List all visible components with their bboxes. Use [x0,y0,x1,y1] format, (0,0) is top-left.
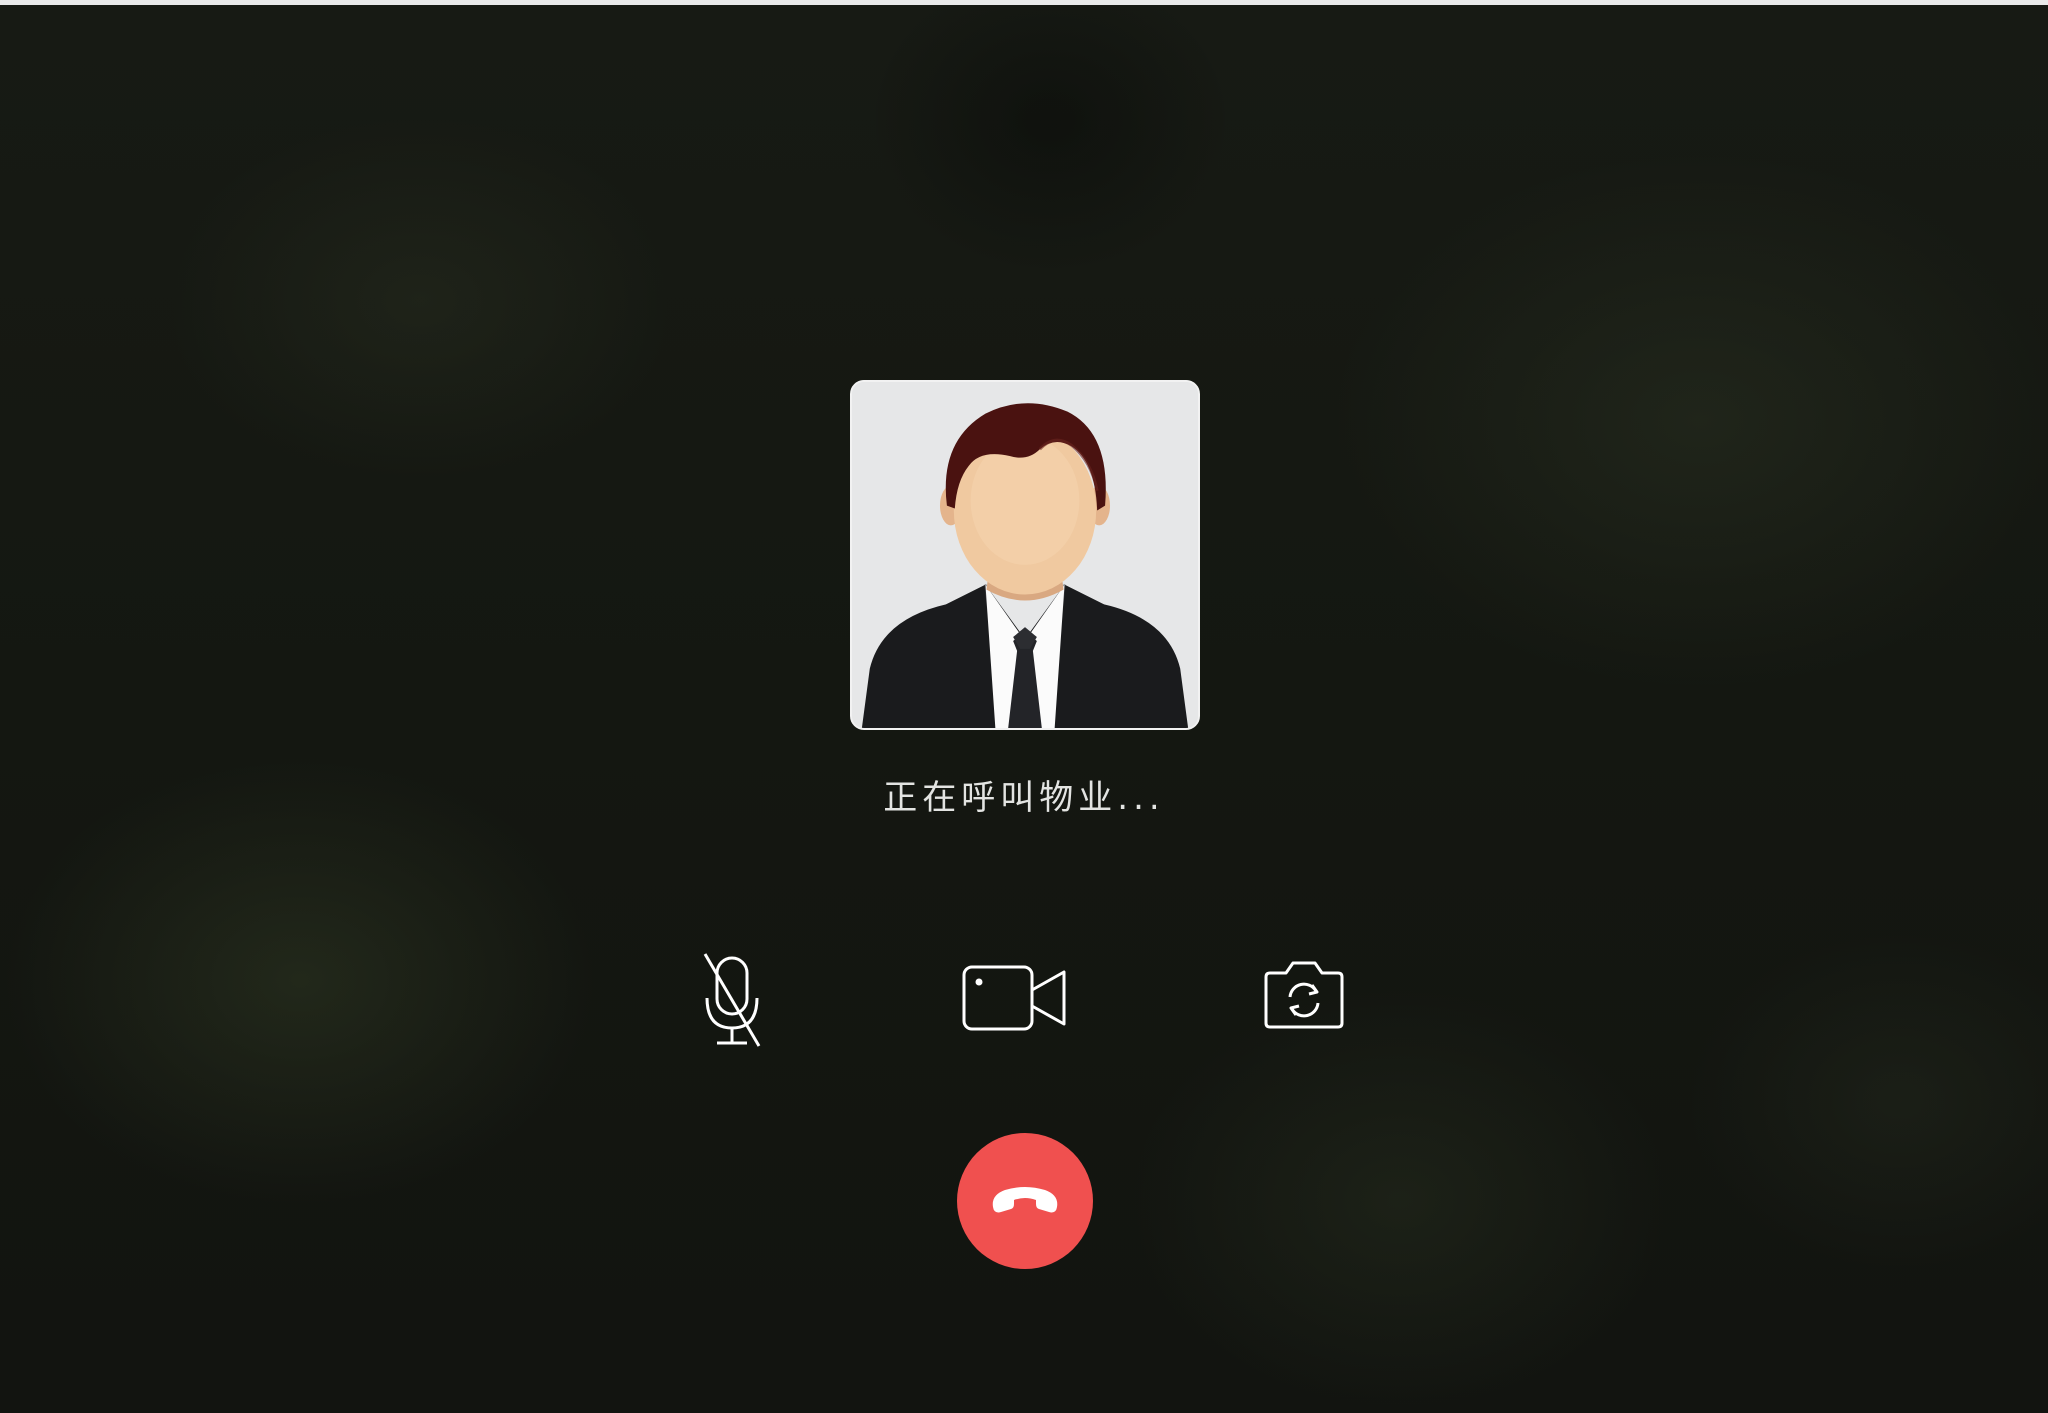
camera-switch-icon [1264,961,1344,1029]
mute-button[interactable] [693,950,773,1050]
video-button[interactable] [955,958,1075,1038]
businessman-avatar-image [852,382,1198,728]
microphone-muted-icon [703,953,761,1047]
video-camera-icon [962,965,1066,1031]
hangup-button[interactable] [957,1133,1093,1269]
switch-camera-button[interactable] [1262,955,1346,1031]
top-edge [0,0,2048,5]
callee-avatar [850,380,1200,730]
call-screen: 正在呼叫物业... [0,0,2048,1413]
phone-hangup-icon [992,1187,1058,1213]
call-status-text: 正在呼叫物业... [883,778,1165,818]
